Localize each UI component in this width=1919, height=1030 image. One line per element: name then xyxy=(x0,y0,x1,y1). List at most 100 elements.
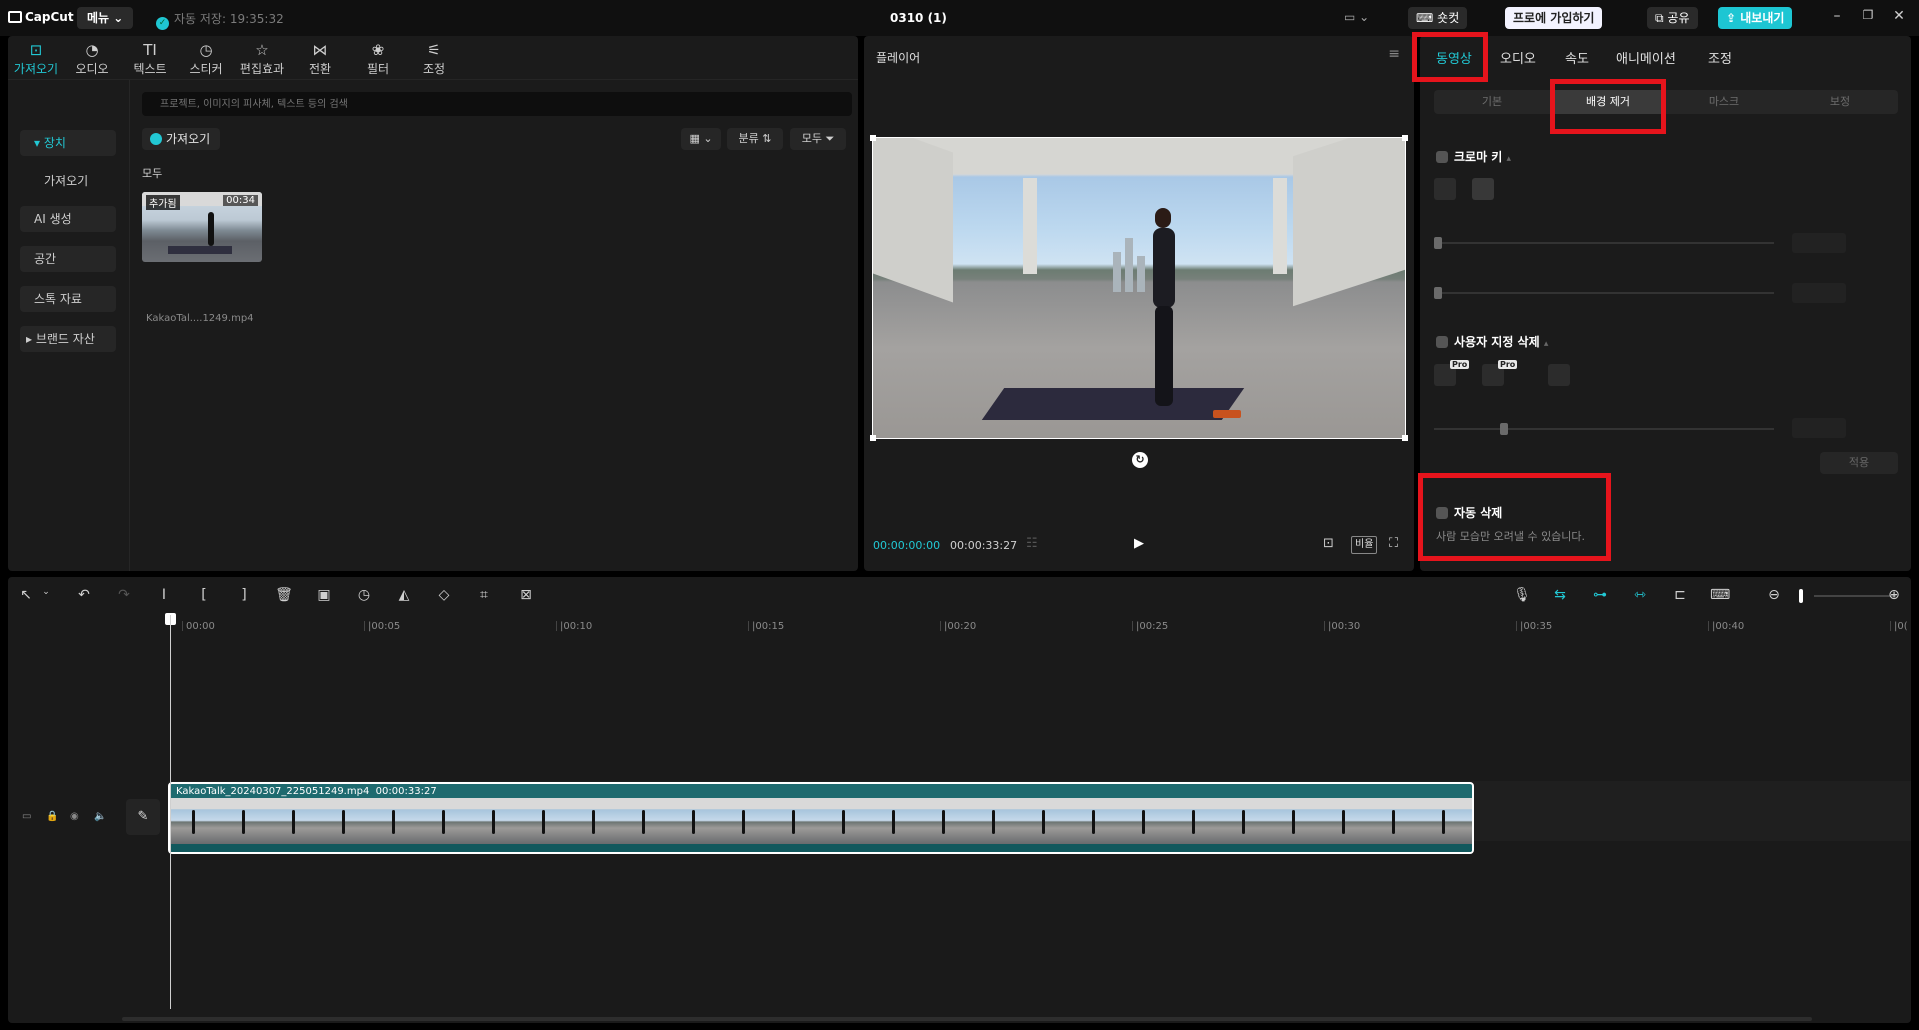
custom-remove-row[interactable]: 사용자 지정 삭제 ▴ xyxy=(1436,333,1548,350)
clip-audio-strip xyxy=(170,844,1472,852)
ratio-button[interactable]: 비율 xyxy=(1351,536,1378,554)
color-picker-icon[interactable] xyxy=(1434,178,1456,200)
project-title[interactable]: 0310 (1) xyxy=(890,11,947,25)
checkbox[interactable] xyxy=(1436,336,1448,348)
zoom-out-icon[interactable]: ⊖ xyxy=(1764,587,1784,603)
pro-feature-icon[interactable]: ⊠ xyxy=(516,587,536,603)
sidebar-item-brand[interactable]: ▸ 브랜드 자산 xyxy=(20,326,116,352)
resize-handle[interactable] xyxy=(1402,435,1408,441)
mirror-icon[interactable]: ◭ xyxy=(394,587,414,603)
lock-icon[interactable]: 🔒 xyxy=(46,811,58,822)
tab-audio[interactable]: 오디오 xyxy=(1500,48,1536,67)
undo-icon[interactable]: ↶ xyxy=(74,587,94,603)
shadow-slider[interactable] xyxy=(1434,287,1774,299)
filter-button[interactable]: 모두 ⏷ xyxy=(790,128,846,150)
pro-subscribe-button[interactable]: 프로에 가입하기 xyxy=(1505,7,1603,29)
caption-icon[interactable]: ⌨ xyxy=(1710,587,1730,603)
tab-speed[interactable]: 속도 xyxy=(1565,48,1589,67)
tab-effects[interactable]: ☆ 편집효과 xyxy=(234,38,290,80)
sidebar-item-space[interactable]: 공간 xyxy=(20,246,116,272)
media-thumbnail[interactable]: 추가됨 00:34 xyxy=(142,192,262,262)
shadow-input[interactable] xyxy=(1792,283,1846,303)
subtab-mask[interactable]: 마스크 xyxy=(1666,90,1782,114)
view-toggle-button[interactable]: ▦ ⌄ xyxy=(681,128,721,150)
import-button[interactable]: 가져오기 xyxy=(142,128,221,150)
timeline-scrollbar[interactable] xyxy=(122,1017,1812,1021)
checkbox[interactable] xyxy=(1436,151,1448,163)
zoom-slider-knob[interactable] xyxy=(1799,589,1803,603)
search-input[interactable] xyxy=(142,92,852,116)
tab-adjust[interactable]: ⚟ 조정 xyxy=(406,38,462,80)
minimize-icon[interactable]: – xyxy=(1827,8,1847,24)
magnet-icon[interactable]: ⇆ xyxy=(1550,587,1570,603)
color-swatch[interactable] xyxy=(1472,178,1494,200)
reset-tool-icon[interactable] xyxy=(1548,364,1570,386)
delete-icon[interactable]: 🗑 xyxy=(274,587,294,603)
tab-audio[interactable]: ◔ 오디오 xyxy=(64,38,120,80)
maximize-icon[interactable]: ❐ xyxy=(1858,8,1878,22)
rotate-icon[interactable]: ◇ xyxy=(434,587,454,603)
intensity-input[interactable] xyxy=(1792,233,1846,253)
redo-icon[interactable]: ↷ xyxy=(114,587,134,603)
tab-adjust[interactable]: 조정 xyxy=(1708,48,1732,67)
zoom-fit-icon[interactable]: ⊡ xyxy=(1323,536,1334,551)
slider-knob[interactable] xyxy=(1434,237,1442,249)
tab-transition[interactable]: ⋈ 전환 xyxy=(292,38,348,80)
play-icon[interactable]: ▶ xyxy=(1134,536,1144,551)
edit-cover-button[interactable]: ✎ xyxy=(126,799,160,835)
tab-filter[interactable]: ❀ 필터 xyxy=(350,38,406,80)
sidebar-item-device[interactable]: ▾ 장치 xyxy=(20,130,116,156)
intensity-slider[interactable] xyxy=(1434,237,1774,249)
tab-text[interactable]: TI 텍스트 xyxy=(122,38,178,80)
select-pointer-icon[interactable]: ↖ xyxy=(16,587,36,603)
split-right-icon[interactable]: ] xyxy=(234,587,254,603)
brush-size-input[interactable] xyxy=(1792,418,1846,438)
apply-button[interactable]: 적용 xyxy=(1820,452,1898,474)
speaker-icon[interactable]: 🔈 xyxy=(94,811,106,822)
playhead[interactable] xyxy=(170,615,171,1009)
close-icon[interactable]: ✕ xyxy=(1889,8,1909,24)
track-cover-icon[interactable]: ▭ xyxy=(22,811,31,822)
slider-knob[interactable] xyxy=(1434,287,1442,299)
sidebar-item-ai[interactable]: AI 생성 xyxy=(20,206,116,232)
menu-button[interactable]: 메뉴 ⌄ xyxy=(77,7,134,29)
chroma-key-row[interactable]: 크로마 키 ▴ xyxy=(1436,148,1511,165)
preview-axis-icon[interactable]: ⇿ xyxy=(1630,587,1650,603)
linkage-icon[interactable]: ⊶ xyxy=(1590,587,1610,603)
fullscreen-icon[interactable]: ⛶ xyxy=(1389,536,1398,551)
eye-icon[interactable]: ◉ xyxy=(70,811,79,822)
layout-icon[interactable]: ▭ ⌄ xyxy=(1344,10,1378,26)
zoom-in-icon[interactable]: ⊕ xyxy=(1884,587,1904,603)
split-screen-icon[interactable]: ⊏ xyxy=(1670,587,1690,603)
share-button[interactable]: ⧉ 공유 xyxy=(1647,7,1698,29)
time-ruler[interactable]: 00:00 |00:05 |00:10 |00:15 |00:20 |00:25… xyxy=(122,613,1911,639)
sidebar-item-stock[interactable]: 스톡 자료 xyxy=(20,286,116,312)
split-icon[interactable]: Ⅰ xyxy=(154,587,174,603)
hamburger-icon[interactable]: ≡ xyxy=(1388,46,1400,62)
video-clip[interactable]: KakaoTalk_20240307_225051249.mp4 00:00:3… xyxy=(168,782,1474,854)
subtab-basic[interactable]: 기본 xyxy=(1434,90,1550,114)
export-button[interactable]: ⇪ 내보내기 xyxy=(1718,7,1793,29)
shortcut-button[interactable]: ⌨ 숏컷 xyxy=(1408,7,1468,29)
speed-icon[interactable]: ◷ xyxy=(354,587,374,603)
timecode-grid-icon[interactable]: ☷ xyxy=(1026,536,1038,551)
subtab-correction[interactable]: 보정 xyxy=(1782,90,1898,114)
rotate-icon[interactable]: ↻ xyxy=(1132,452,1148,468)
tab-sticker[interactable]: ◷ 스티커 xyxy=(178,38,234,80)
tab-import[interactable]: ⊡ 가져오기 xyxy=(8,38,64,80)
chevron-down-icon[interactable]: ⌄ xyxy=(36,587,56,597)
resize-handle[interactable] xyxy=(1402,135,1408,141)
slider-knob[interactable] xyxy=(1500,423,1508,435)
resize-handle[interactable] xyxy=(870,135,876,141)
sort-button[interactable]: 분류 ⇅ xyxy=(727,128,783,150)
tab-animation[interactable]: 애니메이션 xyxy=(1616,48,1676,67)
brush-size-slider[interactable] xyxy=(1434,423,1774,435)
freeze-icon[interactable]: ▣ xyxy=(314,587,334,603)
microphone-icon[interactable]: 🎙 xyxy=(1512,587,1532,603)
resize-handle[interactable] xyxy=(870,435,876,441)
sidebar-item-import[interactable]: 가져오기 xyxy=(20,168,116,194)
pillar xyxy=(1273,178,1287,274)
video-preview[interactable] xyxy=(872,137,1406,439)
crop-icon[interactable]: ⌗ xyxy=(474,587,494,603)
split-left-icon[interactable]: [ xyxy=(194,587,214,603)
